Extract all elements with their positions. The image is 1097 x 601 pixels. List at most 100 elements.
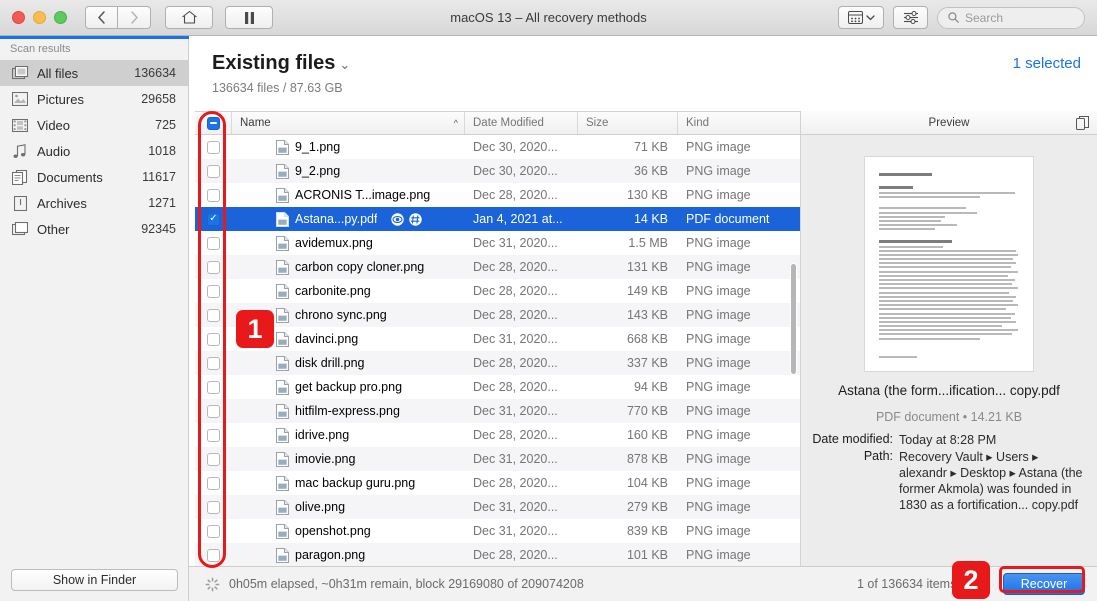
row-checkbox[interactable] — [207, 308, 220, 322]
table-row[interactable]: imovie.png Dec 31, 2020... 878 KB PNG image — [195, 447, 800, 471]
column-header-kind[interactable]: Kind — [678, 112, 800, 134]
table-row[interactable]: idrive.png Dec 28, 2020... 160 KB PNG image — [195, 423, 800, 447]
kind-cell: PNG image — [686, 452, 751, 466]
row-checkbox-cell[interactable] — [195, 500, 232, 514]
home-button[interactable] — [165, 6, 213, 29]
minimize-button[interactable] — [33, 11, 46, 24]
sidebar-item-documents[interactable]: Documents 11617 — [0, 164, 188, 190]
document-thumbnail[interactable] — [864, 156, 1034, 372]
row-checkbox[interactable] — [207, 260, 220, 274]
table-row[interactable]: disk drill.png Dec 28, 2020... 337 KB PNG i… — [195, 351, 800, 375]
sidebar-item-archives[interactable]: Archives 1271 — [0, 190, 188, 216]
row-checkbox-cell[interactable] — [195, 164, 232, 178]
row-checkbox-cell[interactable] — [195, 428, 232, 442]
preview-metadata: Date modified: Today at 8:28 PM Path: Recov… — [801, 432, 1097, 513]
sidebar-item-all-files[interactable]: All files 136634 — [0, 60, 188, 86]
column-header-date[interactable]: Date Modified — [465, 112, 578, 134]
column-header-size[interactable]: Size — [578, 112, 678, 134]
row-checkbox-cell[interactable] — [195, 452, 232, 466]
row-checkbox[interactable] — [207, 212, 220, 226]
search-input[interactable]: Search — [937, 6, 1085, 29]
row-checkbox-cell[interactable] — [195, 284, 232, 298]
row-checkbox[interactable] — [207, 332, 220, 346]
sidebar-item-count: 92345 — [141, 222, 176, 236]
table-row[interactable]: davinci.png Dec 31, 2020... 668 KB PNG imag… — [195, 327, 800, 351]
row-checkbox[interactable] — [207, 500, 220, 514]
row-checkbox-cell[interactable] — [195, 404, 232, 418]
row-checkbox[interactable] — [207, 356, 220, 370]
view-mode-button[interactable] — [838, 6, 884, 29]
table-row[interactable]: avidemux.png Dec 31, 2020... 1.5 MB PNG ima… — [195, 231, 800, 255]
forward-button[interactable] — [118, 6, 151, 29]
table-row[interactable]: 9_1.png Dec 30, 2020... 71 KB PNG image — [195, 135, 800, 159]
sidebar-item-label: Video — [37, 117, 71, 133]
hash-icon[interactable] — [409, 212, 423, 226]
eye-icon[interactable] — [391, 212, 405, 226]
row-checkbox-cell[interactable] — [195, 260, 232, 274]
sidebar-item-count: 1271 — [148, 196, 176, 210]
table-row[interactable]: 9_2.png Dec 30, 2020... 36 KB PNG image — [195, 159, 800, 183]
chevron-down-icon[interactable]: ⌄ — [339, 57, 350, 72]
row-checkbox-cell[interactable] — [195, 188, 232, 202]
row-checkbox-cell[interactable] — [195, 476, 232, 490]
sidebar-item-pictures[interactable]: Pictures 29658 — [0, 86, 188, 112]
table-header-row: Name ^ Date Modified Size Kind — [195, 111, 800, 135]
header-checkbox-cell[interactable] — [195, 112, 232, 134]
sidebar-item-list: All files 136634 Pictures 29658 Video 725 Audi… — [0, 60, 188, 242]
page-title[interactable]: Existing files ⌄ — [212, 52, 350, 75]
row-checkbox-cell[interactable] — [195, 548, 232, 562]
row-checkbox[interactable] — [207, 164, 220, 178]
table-row[interactable]: Astana...py.pdf Jan 4, 2021 at... 14 KB PDF… — [195, 207, 800, 231]
row-checkbox[interactable] — [207, 140, 220, 154]
show-in-finder-button[interactable]: Show in Finder — [11, 569, 178, 591]
file-name-cell: carbon copy cloner.png — [232, 259, 465, 275]
table-row[interactable]: paragon.png Dec 28, 2020... 101 KB PNG imag… — [195, 543, 800, 566]
sidebar-item-video[interactable]: Video 725 — [0, 112, 188, 138]
selected-count-label[interactable]: 1 selected — [1013, 55, 1081, 72]
row-checkbox-cell[interactable] — [195, 212, 232, 226]
row-checkbox-cell[interactable] — [195, 380, 232, 394]
pause-button[interactable] — [225, 6, 273, 29]
row-checkbox-cell[interactable] — [195, 524, 232, 538]
copy-icon[interactable] — [1076, 116, 1089, 133]
table-row[interactable]: olive.png Dec 31, 2020... 279 KB PNG image — [195, 495, 800, 519]
row-checkbox[interactable] — [207, 428, 220, 442]
row-checkbox[interactable] — [207, 524, 220, 538]
select-all-checkbox[interactable] — [206, 116, 220, 130]
sidebar-item-label: Audio — [37, 143, 71, 159]
column-header-name[interactable]: Name ^ — [232, 112, 465, 134]
file-name-cell: openshot.png — [232, 523, 465, 539]
row-checkbox[interactable] — [207, 452, 220, 466]
table-row[interactable]: chrono sync.png Dec 28, 2020... 143 KB PNG … — [195, 303, 800, 327]
row-checkbox[interactable] — [207, 476, 220, 490]
row-checkbox-cell[interactable] — [195, 308, 232, 322]
row-checkbox-cell[interactable] — [195, 356, 232, 370]
table-row[interactable]: hitfilm-express.png Dec 31, 2020... 770 KB… — [195, 399, 800, 423]
table-row[interactable]: ACRONIS T...image.png Dec 28, 2020... 130 … — [195, 183, 800, 207]
table-row[interactable]: get backup pro.png Dec 28, 2020... 94 KB PN… — [195, 375, 800, 399]
recover-button[interactable]: Recover — [1003, 573, 1085, 595]
row-checkbox[interactable] — [207, 284, 220, 298]
table-row[interactable]: carbonite.png Dec 28, 2020... 149 KB PNG im… — [195, 279, 800, 303]
back-button[interactable] — [85, 6, 118, 29]
row-checkbox[interactable] — [207, 380, 220, 394]
row-checkbox-cell[interactable] — [195, 332, 232, 346]
row-checkbox-cell[interactable] — [195, 140, 232, 154]
maximize-button[interactable] — [54, 11, 67, 24]
scrollbar-thumb[interactable] — [790, 263, 797, 375]
row-checkbox[interactable] — [207, 188, 220, 202]
filter-button[interactable] — [893, 6, 928, 29]
vertical-scrollbar[interactable] — [789, 135, 798, 566]
row-checkbox-cell[interactable] — [195, 236, 232, 250]
sidebar-item-audio[interactable]: Audio 1018 — [0, 138, 188, 164]
row-checkbox[interactable] — [207, 404, 220, 418]
row-checkbox[interactable] — [207, 548, 220, 562]
archive-icon — [10, 195, 30, 211]
close-button[interactable] — [12, 11, 25, 24]
date-modified-cell: Dec 28, 2020... — [473, 308, 558, 322]
sidebar-item-other[interactable]: Other 92345 — [0, 216, 188, 242]
table-row[interactable]: carbon copy cloner.png Dec 28, 2020... 131… — [195, 255, 800, 279]
table-row[interactable]: mac backup guru.png Dec 28, 2020... 104 KB… — [195, 471, 800, 495]
table-row[interactable]: openshot.png Dec 31, 2020... 839 KB PNG ima… — [195, 519, 800, 543]
row-checkbox[interactable] — [207, 236, 220, 250]
